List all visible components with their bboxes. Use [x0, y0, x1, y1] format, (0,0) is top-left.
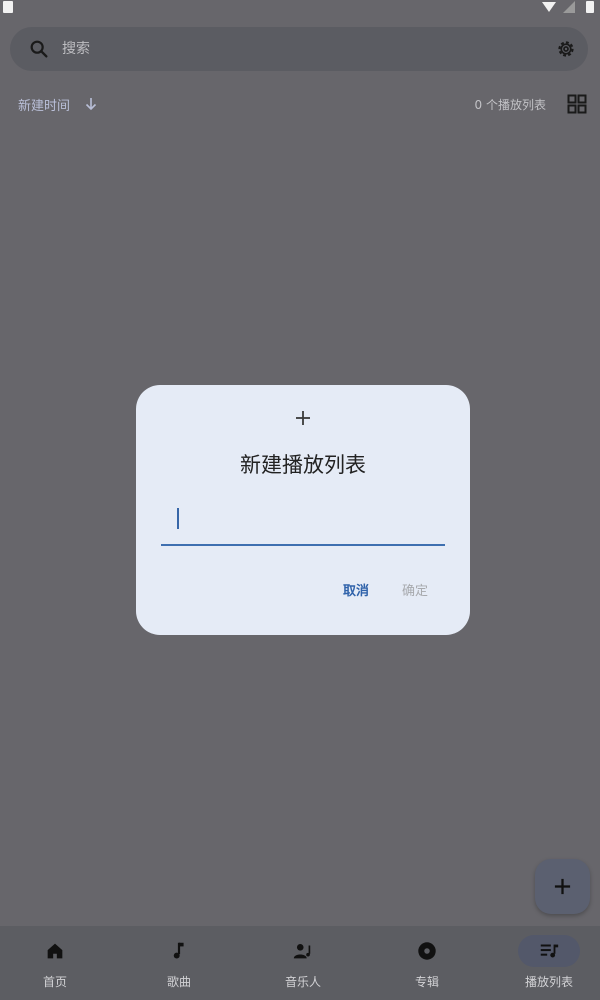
playlist-name-input[interactable] — [185, 502, 439, 544]
plus-icon — [296, 411, 310, 425]
playlist-icon — [540, 944, 559, 958]
nav-item-artists[interactable]: 音乐人 — [248, 926, 358, 1000]
search-bar[interactable] — [10, 27, 588, 71]
add-icon — [554, 878, 571, 895]
nav-item-home[interactable]: 首页 — [0, 926, 110, 1000]
sort-label: 新建时间 — [18, 98, 71, 114]
add-playlist-fab[interactable] — [535, 859, 590, 914]
wifi-icon — [542, 2, 556, 12]
arrow-down-icon — [85, 98, 97, 111]
cancel-button[interactable]: 取消 — [333, 580, 379, 602]
sort-selector[interactable]: 新建时间 — [18, 94, 98, 114]
bottom-navigation: 首页 歌曲 音乐人 专辑 播放列表 — [0, 926, 600, 1000]
nav-label-home: 首页 — [42, 975, 67, 989]
search-icon — [30, 40, 48, 58]
music-note-icon — [173, 942, 184, 959]
search-input[interactable] — [62, 27, 522, 71]
grid-view-icon[interactable] — [567, 94, 587, 114]
nav-item-songs[interactable]: 歌曲 — [124, 926, 234, 1000]
battery-icon — [586, 1, 594, 13]
home-icon — [47, 943, 63, 959]
nav-label-artists: 音乐人 — [284, 975, 321, 989]
album-icon — [418, 942, 436, 960]
signal-icon — [563, 1, 575, 13]
artist-icon — [293, 944, 311, 959]
nav-item-albums[interactable]: 专辑 — [372, 926, 482, 1000]
nav-label-albums: 专辑 — [414, 975, 439, 989]
screen: 新建时间 0 个播放列表 新建播放列表 取消 确定 首页 — [0, 0, 600, 1000]
nav-label-playlists: 播放列表 — [524, 975, 573, 989]
dialog-title: 新建播放列表 — [240, 453, 366, 477]
notification-icon — [3, 1, 13, 13]
nav-item-playlists[interactable]: 播放列表 — [494, 926, 600, 1000]
nav-label-songs: 歌曲 — [166, 975, 191, 989]
confirm-button[interactable]: 确定 — [392, 580, 438, 602]
status-bar — [0, 0, 600, 16]
text-cursor — [177, 508, 179, 529]
playlist-count: 0 个播放列表 — [474, 98, 546, 112]
settings-gear-icon[interactable] — [555, 38, 577, 60]
